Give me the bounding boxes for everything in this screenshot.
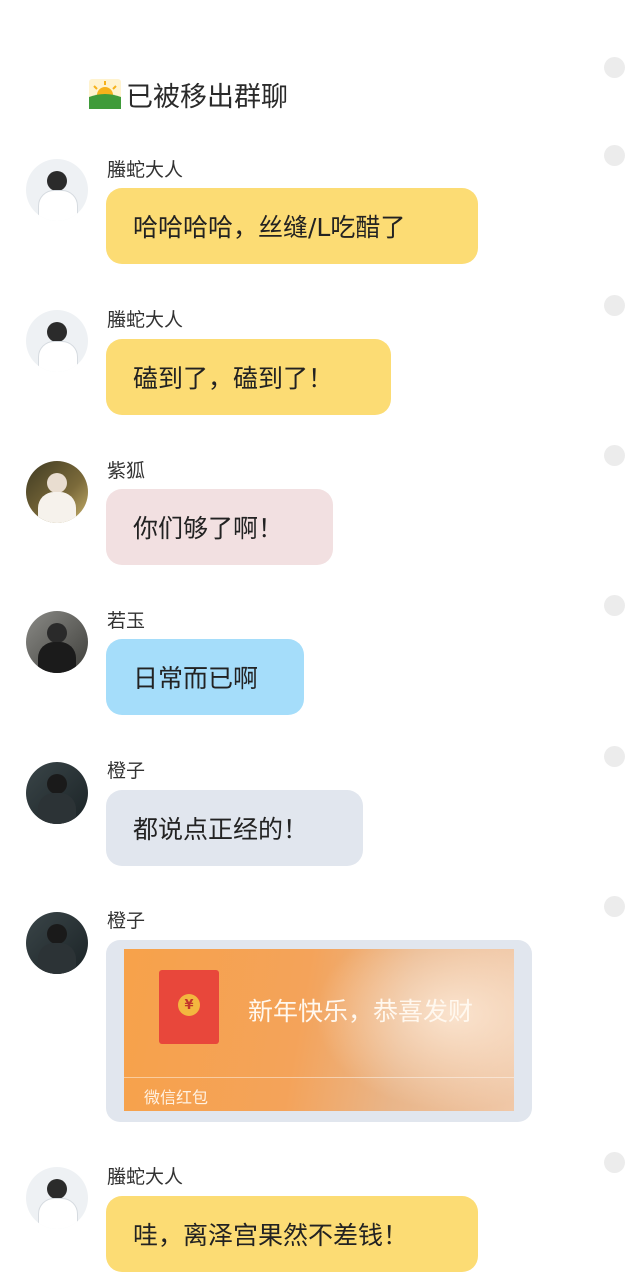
red-packet-footer: 微信红包 <box>124 1077 514 1111</box>
avatar[interactable] <box>26 912 88 974</box>
system-notice: 已被移出群聊 <box>88 76 288 113</box>
message-bubble[interactable]: 哇，离泽宫果然不差钱！ <box>106 1196 478 1272</box>
sender-name: 橙子 <box>107 760 146 782</box>
avatar[interactable] <box>26 310 88 372</box>
more-dot[interactable] <box>604 145 625 166</box>
red-packet-label: 微信红包 <box>144 1088 209 1107</box>
sunrise-icon <box>89 79 121 109</box>
avatar[interactable] <box>26 461 88 523</box>
sender-name: 螣蛇大人 <box>107 309 184 331</box>
more-dot[interactable] <box>604 1152 625 1173</box>
more-dot[interactable] <box>604 57 625 78</box>
avatar[interactable] <box>26 611 88 673</box>
more-dot[interactable] <box>604 295 625 316</box>
more-dot[interactable] <box>604 746 625 767</box>
avatar[interactable] <box>26 762 88 824</box>
more-dot[interactable] <box>604 445 625 466</box>
message-bubble[interactable]: 哈哈哈哈，丝缝/L吃醋了 <box>106 188 478 264</box>
red-packet-card[interactable]: ¥ 新年快乐，恭喜发财 微信红包 <box>124 949 514 1111</box>
avatar[interactable] <box>26 159 88 221</box>
yuan-coin-icon: ¥ <box>178 994 200 1016</box>
message-bubble[interactable]: 日常而已啊 <box>106 639 304 715</box>
message-bubble[interactable]: 你们够了啊！ <box>106 489 333 565</box>
message-bubble[interactable]: 磕到了，磕到了！ <box>106 339 391 415</box>
sender-name: 紫狐 <box>107 460 146 482</box>
sender-name: 螣蛇大人 <box>107 159 184 181</box>
red-packet-title: 新年快乐，恭喜发财 <box>248 997 474 1026</box>
message-bubble[interactable]: 都说点正经的！ <box>106 790 363 866</box>
red-packet-bubble[interactable]: ¥ 新年快乐，恭喜发财 微信红包 <box>106 940 532 1122</box>
more-dot[interactable] <box>604 595 625 616</box>
more-dot[interactable] <box>604 896 625 917</box>
sender-name: 若玉 <box>107 610 146 632</box>
avatar[interactable] <box>26 1167 88 1229</box>
system-notice-text: 已被移出群聊 <box>126 81 288 113</box>
sender-name: 橙子 <box>107 910 146 932</box>
red-envelope-icon: ¥ <box>159 970 219 1044</box>
sender-name: 螣蛇大人 <box>107 1166 184 1188</box>
